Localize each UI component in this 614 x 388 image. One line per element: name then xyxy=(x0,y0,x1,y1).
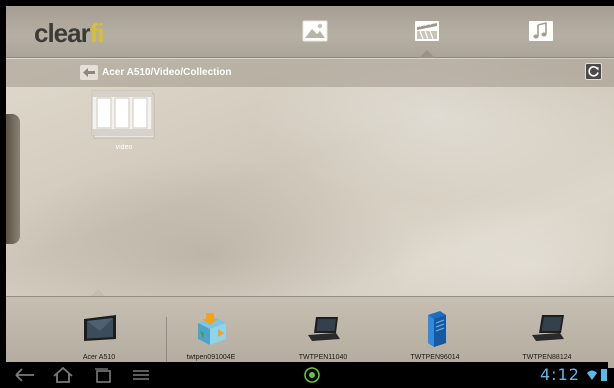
side-panel-handle[interactable] xyxy=(6,114,20,244)
image-icon xyxy=(302,20,328,42)
back-nav-icon[interactable] xyxy=(14,367,36,383)
tab-photos[interactable] xyxy=(302,20,328,42)
server-icon xyxy=(428,311,446,347)
folder-label: video xyxy=(115,144,133,151)
device-twtpen96014[interactable]: TWTPEN96014 xyxy=(390,297,480,368)
media-server-icon xyxy=(198,313,226,345)
device-twtpen11040[interactable]: TWTPEN11040 xyxy=(278,297,368,368)
tablet-icon xyxy=(84,315,116,341)
clearfi-screen: clearfi Acer A510/Video/Collection video… xyxy=(6,6,614,368)
device-label: TWTPEN88124 xyxy=(522,354,572,361)
device-twtpen88124[interactable]: TWTPEN88124 xyxy=(502,297,592,368)
path-bar: Acer A510/Video/Collection xyxy=(6,59,614,87)
video-folder-icon xyxy=(91,90,155,139)
folder-video[interactable]: video xyxy=(90,88,162,158)
back-arrow-icon xyxy=(83,68,95,77)
menu-icon[interactable] xyxy=(130,367,152,383)
device-label: Acer A510 xyxy=(82,354,116,361)
video-clapper-icon xyxy=(415,21,439,41)
device-acer-a510[interactable]: Acer A510 xyxy=(54,297,144,368)
notification-circle-icon[interactable] xyxy=(303,366,321,384)
recent-apps-icon[interactable] xyxy=(92,367,114,383)
back-button[interactable] xyxy=(80,65,98,80)
refresh-button[interactable] xyxy=(585,63,602,80)
device-tray: Acer A510 twtpen091004E TWTPEN11040 TWTP… xyxy=(6,296,614,368)
status-clock: 4:12 xyxy=(540,365,580,384)
path-breadcrumb: Acer A510/Video/Collection xyxy=(102,67,232,78)
clearfi-logo: clearfi xyxy=(34,18,105,49)
top-bar: clearfi xyxy=(6,6,614,58)
battery-icon xyxy=(601,369,607,381)
tab-videos[interactable] xyxy=(414,20,440,42)
music-icon xyxy=(529,21,553,41)
active-tab-indicator xyxy=(419,50,435,58)
device-twtpen091004e[interactable]: twtpen091004E xyxy=(166,297,256,368)
logo-accent: fi xyxy=(89,18,105,48)
device-label: twtpen091004E xyxy=(186,354,236,361)
device-label: TWTPEN11040 xyxy=(298,354,348,361)
home-icon[interactable] xyxy=(52,367,74,383)
logo-main: clear xyxy=(34,18,91,48)
system-navigation-bar: 4:12 xyxy=(0,362,608,388)
tab-music[interactable] xyxy=(528,20,554,42)
device-label: TWTPEN96014 xyxy=(410,354,460,361)
wifi-icon xyxy=(587,370,597,380)
laptop-icon xyxy=(532,315,564,341)
laptop-icon xyxy=(308,317,340,341)
refresh-icon xyxy=(588,66,599,77)
